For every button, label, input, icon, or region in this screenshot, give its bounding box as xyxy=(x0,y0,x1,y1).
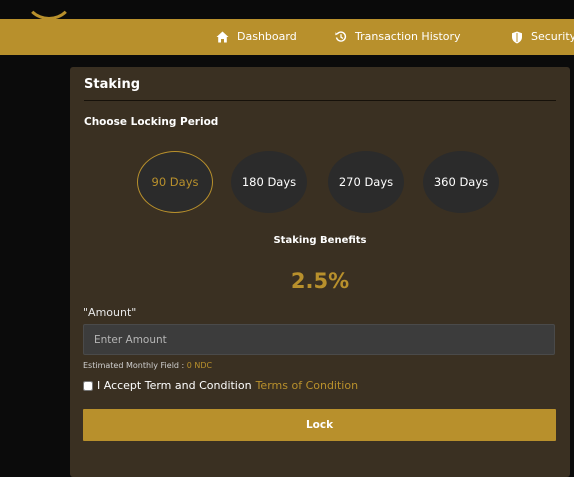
logo[interactable] xyxy=(24,0,74,20)
locking-period-label: Choose Locking Period xyxy=(84,116,219,128)
period-option-90[interactable]: 90 Days xyxy=(137,151,213,213)
estimate-label: Estimated Monthly Field : xyxy=(83,361,185,370)
app-frame: Dashboard Transaction History Security S… xyxy=(0,0,574,477)
shield-icon xyxy=(511,31,523,44)
terms-link[interactable]: Terms of Condition xyxy=(256,379,358,392)
top-navbar: Dashboard Transaction History Security xyxy=(0,19,574,55)
staking-rate: 2.5% xyxy=(290,269,350,293)
period-option-180[interactable]: 180 Days xyxy=(231,151,307,213)
nav-item-dashboard[interactable]: Dashboard xyxy=(216,19,297,55)
nav-label-dashboard: Dashboard xyxy=(237,30,297,43)
staking-benefits-label: Staking Benefits xyxy=(273,235,367,246)
terms-checkbox[interactable] xyxy=(83,380,93,391)
card-title: Staking xyxy=(84,77,141,92)
nav-item-security[interactable]: Security xyxy=(511,19,574,55)
nav-label-security: Security xyxy=(531,30,574,43)
amount-input[interactable] xyxy=(83,324,555,355)
title-divider xyxy=(84,100,556,101)
lock-button[interactable]: Lock xyxy=(83,409,556,441)
period-label: 180 Days xyxy=(241,175,297,189)
history-icon xyxy=(335,31,347,43)
period-label: 270 Days xyxy=(338,175,394,189)
home-icon xyxy=(216,31,229,43)
nav-label-transaction-history: Transaction History xyxy=(355,30,461,43)
nav-item-transaction-history[interactable]: Transaction History xyxy=(335,19,461,55)
staking-card: Staking Choose Locking Period 90 Days 18… xyxy=(70,67,570,477)
period-label: 90 Days xyxy=(151,175,199,189)
period-option-360[interactable]: 360 Days xyxy=(423,151,499,213)
top-strip xyxy=(0,0,574,20)
period-option-270[interactable]: 270 Days xyxy=(328,151,404,213)
amount-label: "Amount" xyxy=(83,306,137,319)
estimated-monthly-yield: Estimated Monthly Field : 0 NDC xyxy=(83,361,212,370)
terms-text: I Accept Term and Condition xyxy=(97,379,252,392)
terms-row[interactable]: I Accept Term and Condition Terms of Con… xyxy=(83,379,358,392)
estimate-value: 0 NDC xyxy=(186,361,213,370)
period-label: 360 Days xyxy=(433,175,489,189)
